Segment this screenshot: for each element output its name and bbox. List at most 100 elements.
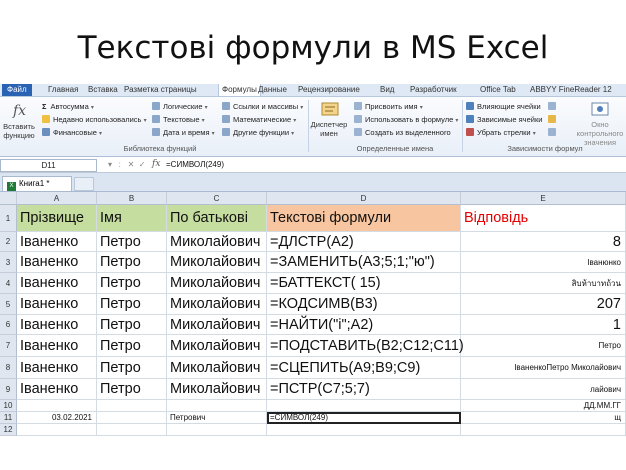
table-cell[interactable]: =ПСТР(C7;5;7) <box>267 379 461 400</box>
tab-file[interactable]: Файл <box>2 84 32 96</box>
table-cell[interactable] <box>167 424 267 436</box>
table-cell[interactable]: Петро <box>97 315 167 335</box>
row-header[interactable]: 5 <box>0 294 17 315</box>
autosum-button[interactable]: Σ Автосумма ▾ <box>42 101 94 112</box>
create-from-selection-button[interactable]: Создать из выделенного <box>354 127 451 138</box>
error-check-icon[interactable] <box>548 114 558 125</box>
tab-data[interactable]: Данные <box>258 84 287 96</box>
watch-window-button[interactable]: Окно контрольного значения <box>574 100 626 147</box>
table-cell[interactable]: Іваненко <box>17 252 97 273</box>
row-header[interactable]: 7 <box>0 335 17 357</box>
table-cell[interactable]: =НАЙТИ("і";A2) <box>267 315 461 335</box>
table-header-cell[interactable]: Прізвище <box>17 205 97 232</box>
table-cell[interactable]: =КОДСИМВ(B3) <box>267 294 461 315</box>
table-cell[interactable]: Іваненко <box>17 273 97 294</box>
tab-page-layout[interactable]: Разметка страницы <box>124 84 197 96</box>
column-header-d[interactable]: D <box>267 192 461 205</box>
table-cell[interactable] <box>97 400 167 412</box>
table-cell[interactable] <box>267 424 461 436</box>
table-cell[interactable]: =СЦЕПИТЬ(A9;B9;C9) <box>267 357 461 379</box>
table-cell[interactable]: =БАТТЕКСТ( 15) <box>267 273 461 294</box>
row-header[interactable]: 10 <box>0 400 17 412</box>
logical-button[interactable]: Логические ▾ <box>152 101 208 112</box>
table-cell[interactable]: Миколайович <box>167 294 267 315</box>
table-cell[interactable] <box>97 412 167 424</box>
row-header[interactable]: 4 <box>0 273 17 294</box>
table-cell[interactable]: Миколайович <box>167 315 267 335</box>
name-manager-button[interactable]: Диспетчер имен <box>310 100 350 138</box>
table-cell[interactable] <box>267 400 461 412</box>
row-header[interactable]: 3 <box>0 252 17 273</box>
row-header[interactable]: 6 <box>0 315 17 335</box>
column-header-a[interactable]: A <box>17 192 97 205</box>
table-cell[interactable]: Петро <box>97 379 167 400</box>
table-cell[interactable]: Петро <box>97 294 167 315</box>
recent-functions-button[interactable]: Недавно использовались ▾ <box>42 114 147 125</box>
formula-input[interactable]: =СИМВОЛ(249) <box>166 159 224 171</box>
table-cell[interactable] <box>167 400 267 412</box>
assign-name-button[interactable]: Присвоить имя ▾ <box>354 101 423 112</box>
tab-view[interactable]: Вид <box>380 84 394 96</box>
tab-developer[interactable]: Разработчик <box>410 84 457 96</box>
table-cell[interactable]: ІваненкоПетро Миколайович <box>461 357 626 379</box>
workbook-tab[interactable]: X Книга1 * <box>2 176 72 191</box>
column-header-b[interactable]: B <box>97 192 167 205</box>
table-cell[interactable]: Петро <box>97 252 167 273</box>
table-cell[interactable]: =ПОДСТАВИТЬ(B2;C12;C11) <box>267 335 464 357</box>
trace-precedents-button[interactable]: Влияющие ячейки <box>466 101 541 112</box>
name-box[interactable]: D11 <box>0 159 97 172</box>
row-header[interactable]: 8 <box>0 357 17 379</box>
row-header[interactable]: 9 <box>0 379 17 400</box>
row-header[interactable]: 11 <box>0 412 17 424</box>
table-header-cell[interactable]: Текстові формули <box>267 205 461 232</box>
table-cell[interactable]: Іваненко <box>17 335 97 357</box>
lookup-button[interactable]: Ссылки и массивы ▾ <box>222 101 303 112</box>
table-cell[interactable] <box>461 424 626 436</box>
table-cell[interactable]: =СИМВОЛ(249) <box>267 412 461 424</box>
table-cell[interactable]: Петро <box>97 335 167 357</box>
table-cell[interactable]: Іваненко <box>17 379 97 400</box>
table-cell[interactable]: Петрович <box>167 412 267 424</box>
table-cell[interactable]: щ <box>461 412 626 424</box>
table-cell[interactable]: Іваненко <box>17 294 97 315</box>
table-cell[interactable] <box>97 424 167 436</box>
table-cell[interactable]: Іваненко <box>17 232 97 252</box>
other-functions-button[interactable]: Другие функции ▾ <box>222 127 294 138</box>
table-cell[interactable]: =ЗАМЕНИТЬ(A3;5;1;"ю") <box>267 252 461 273</box>
financial-button[interactable]: Финансовые ▾ <box>42 127 102 138</box>
row-header[interactable]: 1 <box>0 205 17 232</box>
table-cell[interactable]: Іванюнко <box>461 252 626 273</box>
tab-review[interactable]: Рецензирование <box>298 84 360 96</box>
table-cell[interactable]: Іваненко <box>17 315 97 335</box>
text-functions-button[interactable]: Текстовые ▾ <box>152 114 205 125</box>
table-header-cell[interactable]: По батькові <box>167 205 267 232</box>
table-cell[interactable]: Петро <box>97 273 167 294</box>
table-cell[interactable]: Петро <box>97 232 167 252</box>
row-header[interactable]: 2 <box>0 232 17 252</box>
table-cell[interactable]: Миколайович <box>167 252 267 273</box>
fx-icon[interactable]: fx <box>152 158 160 171</box>
insert-function-button[interactable]: fx Вставить функцию <box>2 100 38 140</box>
table-cell[interactable] <box>17 400 97 412</box>
tab-insert[interactable]: Вставка <box>88 84 118 96</box>
evaluate-formula-icon[interactable] <box>548 127 558 138</box>
column-header-e[interactable]: E <box>461 192 626 205</box>
table-cell[interactable]: 207 <box>461 294 626 315</box>
tab-abbyy[interactable]: ABBYY FineReader 12 <box>530 84 612 96</box>
table-cell[interactable]: Миколайович <box>167 273 267 294</box>
table-header-cell[interactable]: Відповідь <box>461 205 626 232</box>
table-cell[interactable]: =ДЛСТР(A2) <box>267 232 461 252</box>
tab-home[interactable]: Главная <box>48 84 78 96</box>
table-cell[interactable]: ДД.ММ.ГГ <box>461 400 626 412</box>
table-cell[interactable]: 8 <box>461 232 626 252</box>
tab-office-tab[interactable]: Office Tab <box>480 84 516 96</box>
remove-arrows-button[interactable]: Убрать стрелки ▾ <box>466 127 536 138</box>
new-tab-button[interactable] <box>74 177 94 191</box>
table-cell[interactable] <box>17 424 97 436</box>
table-header-cell[interactable]: Імя <box>97 205 167 232</box>
datetime-button[interactable]: Дата и время ▾ <box>152 127 215 138</box>
use-in-formula-button[interactable]: Использовать в формуле ▾ <box>354 114 458 125</box>
table-cell[interactable]: 1 <box>461 315 626 335</box>
table-cell[interactable]: สิบห้าบาทถ้วน <box>461 273 626 294</box>
table-cell[interactable]: Миколайович <box>167 379 267 400</box>
